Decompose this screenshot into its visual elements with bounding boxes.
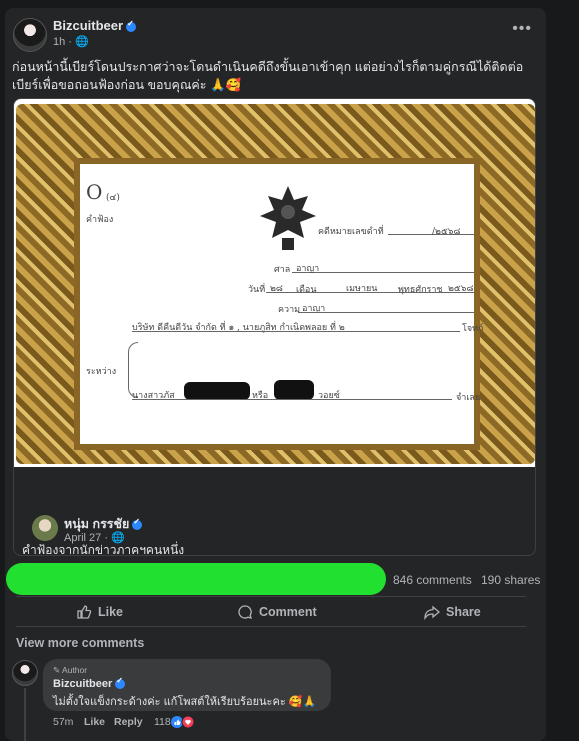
comment-time[interactable]: 57m — [53, 716, 73, 728]
comment-like-button[interactable]: Like — [84, 716, 105, 728]
verified-badge-icon — [115, 676, 126, 690]
verified-badge-icon — [126, 19, 137, 32]
between-label: ระหว่าง — [86, 367, 117, 377]
shared-post[interactable]: O (๔) คำฟ้อง คดีหมายเลขดำที่ /๒๕๖๘ ศาล อ… — [13, 98, 536, 556]
comment-button[interactable]: Comment — [237, 602, 317, 622]
shared-author-avatar[interactable] — [32, 515, 58, 541]
gold-frame: O (๔) คำฟ้อง คดีหมายเลขดำที่ /๒๕๖๘ ศาล อ… — [16, 104, 535, 464]
comment-reply-button[interactable]: Reply — [114, 716, 143, 728]
view-more-comments-link[interactable]: View more comments — [16, 636, 144, 650]
share-count[interactable]: 190 shares — [481, 573, 540, 587]
garuda-emblem-icon — [260, 186, 316, 250]
like-button[interactable]: Like — [76, 602, 123, 622]
year-label: พุทธศักราช — [398, 285, 443, 295]
author-avatar[interactable] — [13, 18, 47, 52]
post-meta: 1h · 🌐 — [53, 36, 89, 48]
plaintiff-role: โจทก์ — [462, 324, 484, 334]
author-badge: ✎ Author — [53, 665, 88, 675]
verified-badge-icon — [132, 517, 143, 530]
form-code: O — [86, 180, 103, 204]
reaction-count[interactable]: 118 — [154, 716, 171, 728]
redaction-bar — [274, 380, 314, 400]
month-label: เดือน — [296, 285, 317, 295]
form-number: (๔) — [106, 193, 120, 203]
highlight-bar — [6, 563, 386, 595]
date-label: วันที่ — [248, 285, 266, 295]
comment-text: ไม่ตั้งใจแข็งกระด้างค่ะ แก้โพสต์ให้เรียบ… — [53, 696, 317, 708]
case-number-value: /๒๕๖๘ — [432, 227, 461, 237]
pen-icon: ✎ — [53, 665, 61, 675]
case-type-label: ความ — [278, 305, 301, 315]
comment-count[interactable]: 846 comments — [393, 573, 472, 587]
post-time[interactable]: 1h — [53, 36, 65, 48]
shared-caption: คำฟ้องจากนักข่าวภาคฯคนหนึ่ง — [22, 543, 185, 557]
court-label: ศาล — [274, 265, 291, 275]
reaction-icons[interactable] — [170, 715, 200, 729]
comment-icon — [238, 605, 252, 619]
author-name-row: Bizcuitbeer — [53, 18, 137, 33]
legal-document: O (๔) คำฟ้อง คดีหมายเลขดำที่ /๒๕๖๘ ศาล อ… — [80, 164, 484, 444]
form-title: คำฟ้อง — [86, 215, 114, 225]
defendant-role: จำเลย — [456, 393, 481, 403]
globe-icon: 🌐 — [75, 36, 89, 48]
shared-image[interactable]: O (๔) คำฟ้อง คดีหมายเลขดำที่ /๒๕๖๘ ศาล อ… — [14, 99, 535, 467]
share-icon — [424, 605, 440, 620]
more-options-icon[interactable]: ••• — [512, 20, 532, 38]
post-caption: ก่อนหน้านี้เบียร์โดนประกาศว่าจะโดนดำเนิน… — [12, 60, 524, 92]
comment-bubble: ✎ Author Bizcuitbeer ไม่ตั้งใจแข็งกระด้า… — [43, 659, 331, 711]
commenter-name-row: Bizcuitbeer — [53, 676, 126, 690]
thumbs-up-icon — [77, 605, 92, 619]
author-name[interactable]: Bizcuitbeer — [53, 18, 123, 33]
commenter-name[interactable]: Bizcuitbeer — [53, 678, 112, 690]
shared-author-name[interactable]: หนุ่ม กรรชัย — [64, 517, 129, 531]
case-number-label: คดีหมายเลขดำที่ — [318, 227, 384, 237]
court-value: อาญา — [296, 264, 320, 274]
redaction-bar — [184, 382, 250, 400]
share-button[interactable]: Share — [424, 602, 481, 622]
post-card: Bizcuitbeer 1h · 🌐 ••• ก่อนหน้านี้เบียร์… — [5, 8, 546, 741]
commenter-avatar[interactable] — [12, 660, 38, 686]
